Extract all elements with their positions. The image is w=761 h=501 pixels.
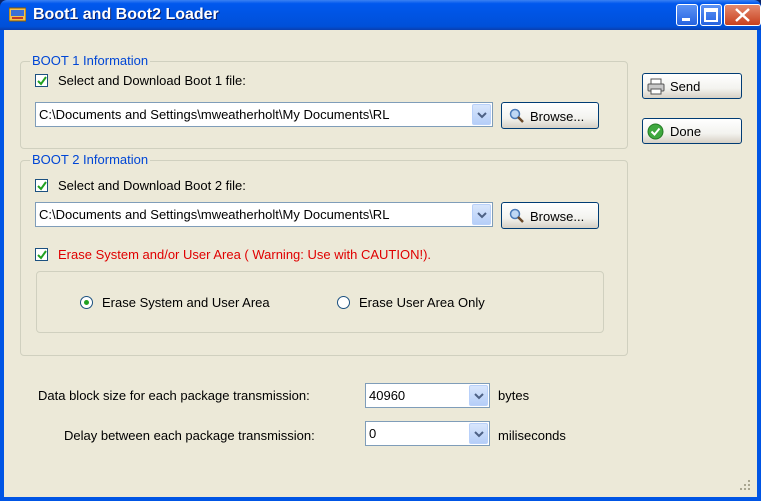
boot1-checkbox-label: Select and Download Boot 1 file: — [58, 73, 246, 88]
checkmark-icon — [37, 250, 47, 260]
radio-erase-system-and-user-label: Erase System and User Area — [102, 295, 270, 310]
send-button-label: Send — [670, 79, 701, 94]
minimize-icon — [682, 18, 690, 21]
delay-combo[interactable]: 0 — [365, 421, 490, 446]
block-size-value: 40960 — [369, 388, 406, 403]
radio-erase-system-and-user[interactable] — [80, 296, 93, 309]
magnifier-icon — [509, 208, 524, 223]
checkmark-circle-icon — [647, 123, 664, 140]
chevron-down-icon — [477, 112, 487, 119]
maximize-button[interactable] — [700, 4, 722, 26]
block-size-unit: bytes — [498, 388, 530, 403]
done-button-label: Done — [670, 124, 702, 139]
dialog-client-area: BOOT 1 Information Select and Download B… — [4, 30, 757, 497]
boot2-browse-button[interactable]: Browse... — [501, 202, 599, 229]
boot2-dropdown-button[interactable] — [472, 204, 491, 225]
boot1-group-label: BOOT 1 Information — [30, 53, 151, 68]
title-bar[interactable]: Boot1 and Boot2 Loader — [0, 0, 761, 30]
erase-area-checkbox[interactable] — [35, 248, 48, 261]
boot1-file-path: C:\Documents and Settings\mweatherholt\M… — [39, 107, 390, 122]
checkmark-icon — [37, 76, 47, 86]
boot1-checkbox[interactable] — [35, 74, 48, 87]
block-size-dropdown-button[interactable] — [469, 385, 488, 406]
erase-area-warning-label: Erase System and/or User Area ( Warning:… — [58, 247, 432, 262]
window-frame-right — [757, 30, 761, 501]
close-icon — [735, 8, 750, 22]
resize-grip-icon[interactable] — [739, 479, 751, 491]
maximize-icon — [704, 8, 718, 22]
delay-value: 0 — [369, 426, 377, 441]
boot2-file-path: C:\Documents and Settings\mweatherholt\M… — [39, 207, 390, 222]
send-button[interactable]: Send — [642, 73, 742, 99]
boot2-group-label: BOOT 2 Information — [30, 152, 151, 167]
minimize-button[interactable] — [676, 4, 698, 26]
chevron-down-icon — [474, 431, 484, 438]
printer-icon — [647, 78, 665, 95]
boot1-browse-button[interactable]: Browse... — [501, 102, 599, 129]
boot2-checkbox[interactable] — [35, 179, 48, 192]
boot1-browse-label: Browse... — [530, 109, 585, 124]
chevron-down-icon — [474, 393, 484, 400]
delay-unit: miliseconds — [498, 428, 566, 443]
app-icon — [9, 7, 26, 22]
erase-options-box: Erase System and User Area Erase User Ar… — [36, 271, 604, 333]
close-button[interactable] — [724, 4, 761, 26]
magnifier-icon — [509, 108, 524, 123]
checkmark-icon — [37, 181, 47, 191]
boot1-file-path-combo[interactable]: C:\Documents and Settings\mweatherholt\M… — [35, 102, 493, 127]
window-frame-bottom — [0, 497, 761, 501]
block-size-label: Data block size for each package transmi… — [38, 388, 310, 403]
radio-selected-dot — [84, 300, 89, 305]
chevron-down-icon — [477, 212, 487, 219]
boot1-group: BOOT 1 Information Select and Download B… — [20, 53, 628, 149]
delay-dropdown-button[interactable] — [469, 423, 488, 444]
boot1-dropdown-button[interactable] — [472, 104, 491, 125]
radio-erase-user-only-label: Erase User Area Only — [359, 295, 485, 310]
boot2-group: BOOT 2 Information Select and Download B… — [20, 152, 628, 356]
radio-erase-user-only[interactable] — [337, 296, 350, 309]
done-button[interactable]: Done — [642, 118, 742, 144]
boot2-checkbox-label: Select and Download Boot 2 file: — [58, 178, 246, 193]
block-size-combo[interactable]: 40960 — [365, 383, 490, 408]
boot2-browse-label: Browse... — [530, 209, 585, 224]
delay-label: Delay between each package transmission: — [64, 428, 315, 443]
boot2-file-path-combo[interactable]: C:\Documents and Settings\mweatherholt\M… — [35, 202, 493, 227]
loader-window: Boot1 and Boot2 Loader BOOT 1 Informatio… — [0, 0, 761, 501]
window-title: Boot1 and Boot2 Loader — [33, 6, 219, 23]
